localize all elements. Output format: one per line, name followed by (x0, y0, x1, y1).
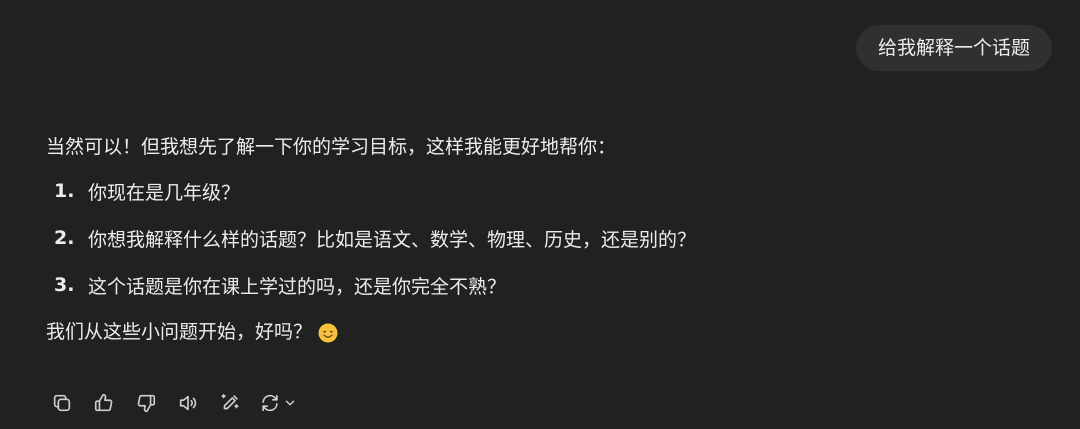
smiling-face-emoji-icon (318, 323, 338, 342)
edit-in-canvas-button[interactable] (212, 388, 248, 418)
list-item: 2. 你想我解释什么样的话题？比如是语文、数学、物理、历史，还是别的？ (46, 223, 1006, 253)
list-number: 1. (54, 180, 75, 202)
copy-icon (53, 394, 71, 412)
question-list: 1. 你现在是几年级？ 2. 你想我解释什么样的话题？比如是语文、数学、物理、历… (46, 176, 1006, 300)
regenerate-button[interactable] (254, 388, 302, 418)
read-aloud-icon (179, 395, 197, 411)
list-item: 1. 你现在是几年级？ (46, 176, 1006, 206)
list-text: 这个话题是你在课上学过的吗，还是你完全不熟？ (88, 275, 507, 298)
good-response-button[interactable] (86, 388, 122, 418)
list-number: 3. (54, 274, 75, 296)
assistant-outro: 我们从这些小问题开始，好吗？ (46, 317, 1006, 347)
list-text: 你想我解释什么样的话题？比如是语文、数学、物理、历史，还是别的？ (88, 228, 697, 251)
list-item: 3. 这个话题是你在课上学过的吗，还是你完全不熟？ (46, 270, 1006, 300)
edit-icon (221, 393, 239, 410)
thumbs-down-icon (137, 394, 156, 413)
regenerate-icon (262, 394, 278, 412)
thumbs-up-icon (94, 393, 113, 412)
read-aloud-button[interactable] (170, 388, 206, 418)
assistant-intro: 当然可以！但我想先了解一下你的学习目标，这样我能更好地帮你： (46, 136, 617, 158)
outro-text: 我们从这些小问题开始，好吗？ (46, 321, 313, 343)
message-actions-toolbar (44, 388, 302, 418)
assistant-message: 当然可以！但我想先了解一下你的学习目标，这样我能更好地帮你： 1. 你现在是几年… (46, 132, 1006, 347)
list-text: 你现在是几年级？ (88, 181, 241, 204)
copy-button[interactable] (44, 388, 80, 418)
user-message-bubble: 给我解释一个话题 (855, 25, 1052, 71)
list-number: 2. (54, 227, 75, 249)
chevron-down-icon (285, 400, 295, 406)
bad-response-button[interactable] (128, 388, 164, 418)
